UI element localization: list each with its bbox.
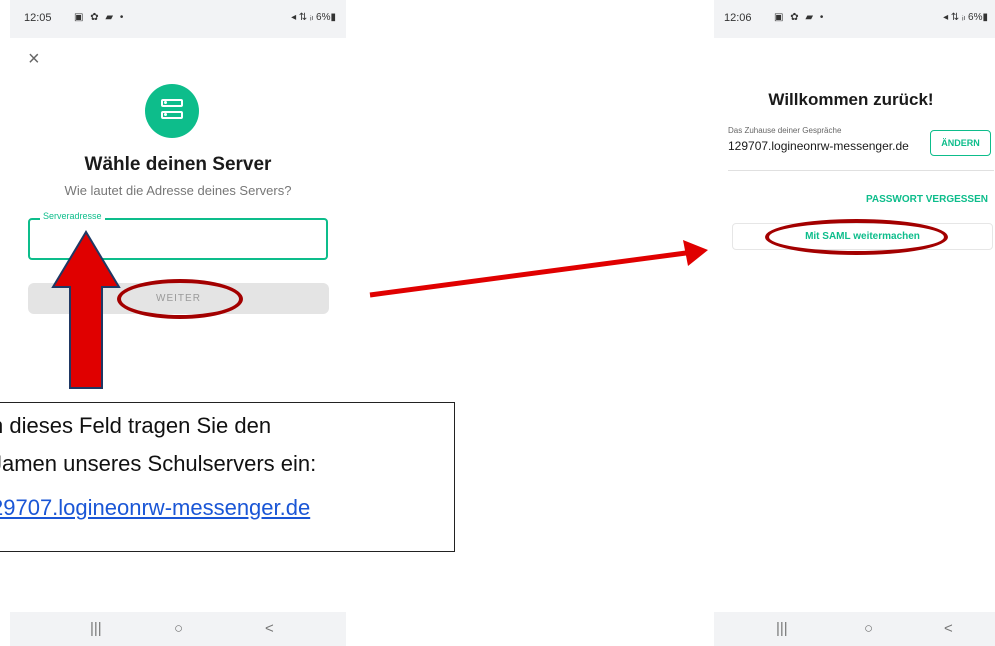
instruction-server-link[interactable]: 29707.logineonrw-messenger.de <box>0 495 310 521</box>
instruction-line-1: n dieses Feld tragen Sie den <box>0 413 272 438</box>
right-arrow-annotation <box>369 240 708 298</box>
up-arrow-annotation <box>51 230 121 389</box>
highlight-ellipse-continue <box>117 279 243 319</box>
instruction-line-2: Jamen unseres Schulservers ein: <box>0 451 317 476</box>
highlight-ellipse-saml <box>765 219 948 255</box>
instruction-callout: n dieses Feld tragen Sie den Jamen unser… <box>0 402 455 552</box>
